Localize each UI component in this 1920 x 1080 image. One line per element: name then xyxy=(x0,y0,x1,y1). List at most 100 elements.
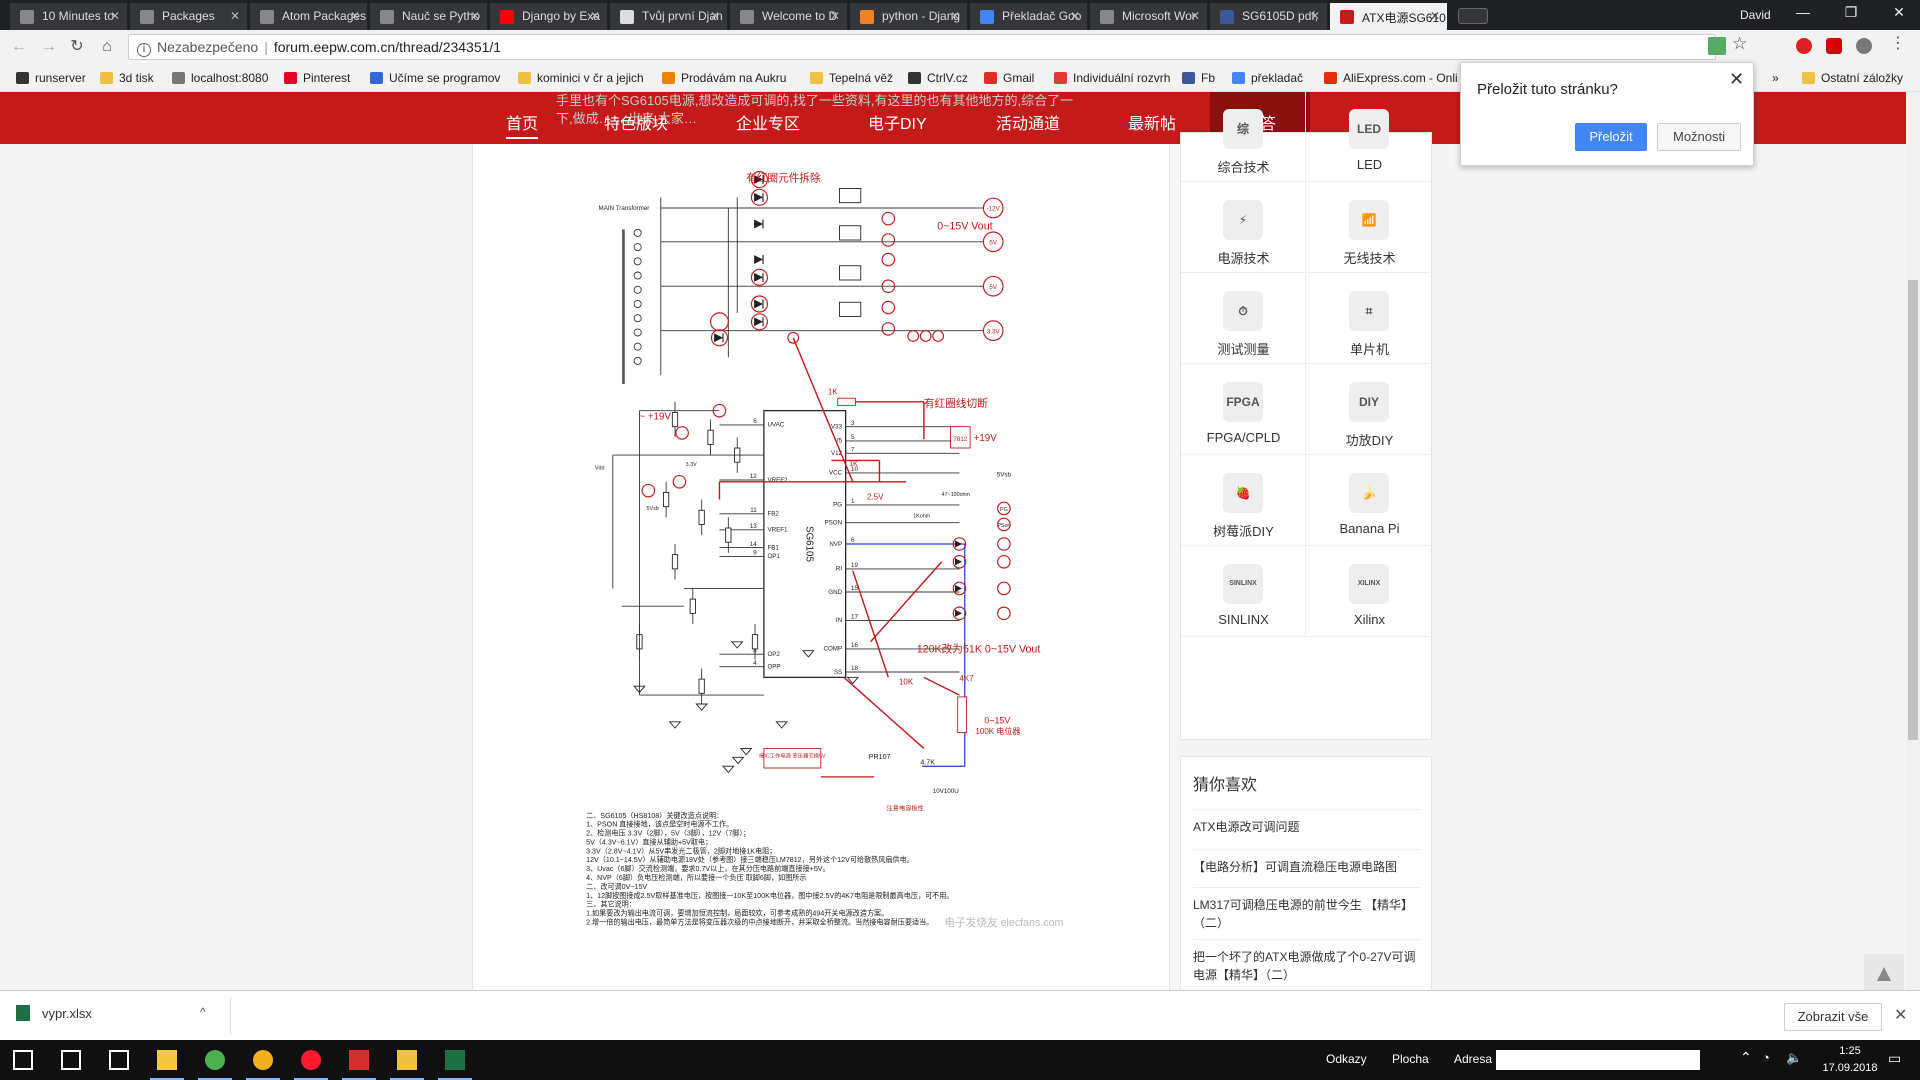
tab-close-icon[interactable]: ✕ xyxy=(470,9,480,23)
taskbar-acrobat[interactable] xyxy=(336,1040,382,1080)
category-item[interactable]: 综综合技术 xyxy=(1181,92,1306,182)
bookmark-item[interactable]: Učíme se programov xyxy=(370,71,500,85)
recommended-link[interactable]: ATX电源改可调问题 xyxy=(1193,809,1421,836)
category-item[interactable]: FPGA FPGA/CPLD xyxy=(1181,364,1306,455)
recommended-link[interactable]: 【电路分析】可调直流稳压电源电路图 xyxy=(1193,849,1421,876)
bookmark-item[interactable]: CtrlV.cz xyxy=(908,71,968,85)
wifi-icon[interactable]: ◔ xyxy=(1762,1050,1770,1065)
chevron-up-icon[interactable]: ^ xyxy=(200,1005,206,1019)
nav-item[interactable]: 特色版块 xyxy=(604,110,668,134)
tab-close-icon[interactable]: ✕ xyxy=(110,9,120,23)
close-icon[interactable]: ✕ xyxy=(1729,69,1744,90)
category-item[interactable]: 📶 无线技术 xyxy=(1307,182,1432,273)
close-window-button[interactable]: ✕ xyxy=(1884,4,1914,21)
taskbar-app-yellow[interactable] xyxy=(240,1040,286,1080)
browser-tab[interactable]: Packages ✕ xyxy=(130,3,248,30)
tab-close-icon[interactable]: ✕ xyxy=(1190,9,1200,23)
clock[interactable]: 1:25 17.09.2018 xyxy=(1820,1043,1880,1077)
options-button[interactable]: Možnosti xyxy=(1657,123,1741,151)
nav-item[interactable]: 电子DIY xyxy=(868,110,927,134)
category-item[interactable]: XILINX Xilinx xyxy=(1307,546,1432,637)
taskbar-file-explorer[interactable] xyxy=(144,1040,190,1080)
tab-close-icon[interactable]: ✕ xyxy=(350,9,360,23)
browser-tab[interactable]: python - Djang ✕ xyxy=(850,3,968,30)
taskbar-excel[interactable] xyxy=(432,1040,478,1080)
category-item[interactable]: ⌗ 单片机 xyxy=(1307,273,1432,364)
extension-yab-icon[interactable] xyxy=(1826,38,1842,54)
notification-icon[interactable]: ▭ xyxy=(1888,1050,1901,1067)
tab-close-icon[interactable]: ✕ xyxy=(1430,9,1440,23)
forward-icon[interactable]: → xyxy=(38,36,60,58)
nav-item[interactable]: 首页 xyxy=(506,110,539,139)
taskbar-address-input[interactable] xyxy=(1496,1050,1700,1070)
volume-icon[interactable]: 🔈 xyxy=(1786,1050,1802,1066)
show-all-downloads-button[interactable]: Zobrazit vše xyxy=(1784,1003,1882,1031)
nav-item[interactable]: 最新帖 xyxy=(1128,110,1176,134)
browser-tab[interactable]: Nauč se Pytho ✕ xyxy=(370,3,488,30)
tab-close-icon[interactable]: ✕ xyxy=(950,9,960,23)
minimize-button[interactable]: — xyxy=(1788,4,1818,20)
menu-kebab-icon[interactable]: ⋮ xyxy=(1890,36,1906,52)
nav-item[interactable]: 活动通道 xyxy=(996,110,1060,134)
translate-button[interactable]: Přeložit xyxy=(1575,123,1647,151)
download-item[interactable]: vypr.xlsx xyxy=(16,1005,216,1029)
tab-close-icon[interactable]: ✕ xyxy=(590,9,600,23)
category-item[interactable]: SINLINX SINLINX xyxy=(1181,546,1306,637)
bookmark-item[interactable]: AliExpress.com - Onli xyxy=(1324,71,1458,85)
browser-tab[interactable]: Tvůj první Djan ✕ xyxy=(610,3,728,30)
taskbar-app-docs[interactable] xyxy=(384,1040,430,1080)
tab-close-icon[interactable]: ✕ xyxy=(1310,9,1320,23)
category-item[interactable]: ⚡ 电源技术 xyxy=(1181,182,1306,273)
browser-tab[interactable]: SG6105D pdf, ✕ xyxy=(1210,3,1328,30)
taskbar-links-toolbar[interactable]: Odkazy xyxy=(1326,1052,1367,1066)
bookmark-item[interactable]: Tepelná věž xyxy=(810,71,893,85)
restore-button[interactable]: ❐ xyxy=(1836,4,1866,21)
browser-tab[interactable]: Microsoft Wor ✕ xyxy=(1090,3,1208,30)
tab-close-icon[interactable]: ✕ xyxy=(710,9,720,23)
taskbar-search[interactable] xyxy=(48,1040,94,1080)
bookmark-item[interactable]: localhost:8080 xyxy=(172,71,268,85)
browser-tab[interactable]: Welcome to D ✕ xyxy=(730,3,848,30)
recommended-link[interactable]: 把一个坏了的ATX电源做成了个0-27V可调电源【精华】（二） xyxy=(1193,939,1421,984)
translate-icon[interactable] xyxy=(1708,37,1726,55)
chevron-up-icon[interactable]: ⌃ xyxy=(1740,1049,1752,1066)
bookmarks-overflow-button[interactable]: » xyxy=(1772,71,1779,85)
nav-item[interactable]: 企业专区 xyxy=(736,110,800,134)
taskbar-opera[interactable] xyxy=(288,1040,334,1080)
bookmark-item[interactable]: Prodávám na Aukru xyxy=(662,71,786,85)
tab-close-icon[interactable]: ✕ xyxy=(830,9,840,23)
bookmark-item[interactable]: Pinterest xyxy=(284,71,350,85)
taskbar-task-view[interactable] xyxy=(96,1040,142,1080)
tab-close-icon[interactable]: ✕ xyxy=(1070,9,1080,23)
browser-tab[interactable]: 10 Minutes to ✕ xyxy=(10,3,128,30)
bookmark-item[interactable]: 3d tisk xyxy=(100,71,154,85)
tab-close-icon[interactable]: ✕ xyxy=(230,9,240,23)
bookmark-item[interactable]: Individuální rozvrh xyxy=(1054,71,1170,85)
address-bar[interactable]: i Nezabezpečeno | forum.eepw.com.cn/thread/… xyxy=(128,34,1716,60)
taskbar-chrome[interactable] xyxy=(192,1040,238,1080)
profile-name[interactable]: David xyxy=(1740,8,1771,22)
other-bookmarks[interactable]: Ostatní záložky xyxy=(1802,71,1903,85)
bookmark-star-icon[interactable]: ☆ xyxy=(1732,34,1747,54)
reload-icon[interactable]: ↻ xyxy=(66,36,88,58)
category-item[interactable]: ⏱ 测试测量 xyxy=(1181,273,1306,364)
bookmark-item[interactable]: Gmail xyxy=(984,71,1034,85)
bookmark-item[interactable]: kominici v čr a jejich xyxy=(518,71,644,85)
back-icon[interactable]: ← xyxy=(8,36,30,58)
extension-red-icon[interactable] xyxy=(1796,38,1812,54)
browser-tab[interactable]: ATX电源SG610 ✕ xyxy=(1330,3,1448,30)
category-item[interactable]: 🍌 Banana Pi xyxy=(1307,455,1432,546)
recommended-link[interactable]: LM317可调稳压电源的前世今生 【精华】（二） xyxy=(1193,887,1421,932)
browser-tab[interactable]: Atom Packages ✕ xyxy=(250,3,368,30)
extension-gray-icon[interactable] xyxy=(1856,38,1872,54)
bookmark-item[interactable]: Fb xyxy=(1182,71,1215,85)
scrollbar-thumb[interactable] xyxy=(1908,280,1918,740)
bookmark-item[interactable]: překladač xyxy=(1232,71,1303,85)
category-item[interactable]: 🍓 树莓派DIY xyxy=(1181,455,1306,546)
browser-tab[interactable]: Django by Exa ✕ xyxy=(490,3,608,30)
close-download-bar-icon[interactable]: ✕ xyxy=(1894,1005,1907,1025)
browser-tab[interactable]: Překladač Goo ✕ xyxy=(970,3,1088,30)
home-icon[interactable]: ⌂ xyxy=(96,36,118,58)
bookmark-item[interactable]: runserver xyxy=(16,71,86,85)
info-icon[interactable]: i xyxy=(137,43,151,57)
